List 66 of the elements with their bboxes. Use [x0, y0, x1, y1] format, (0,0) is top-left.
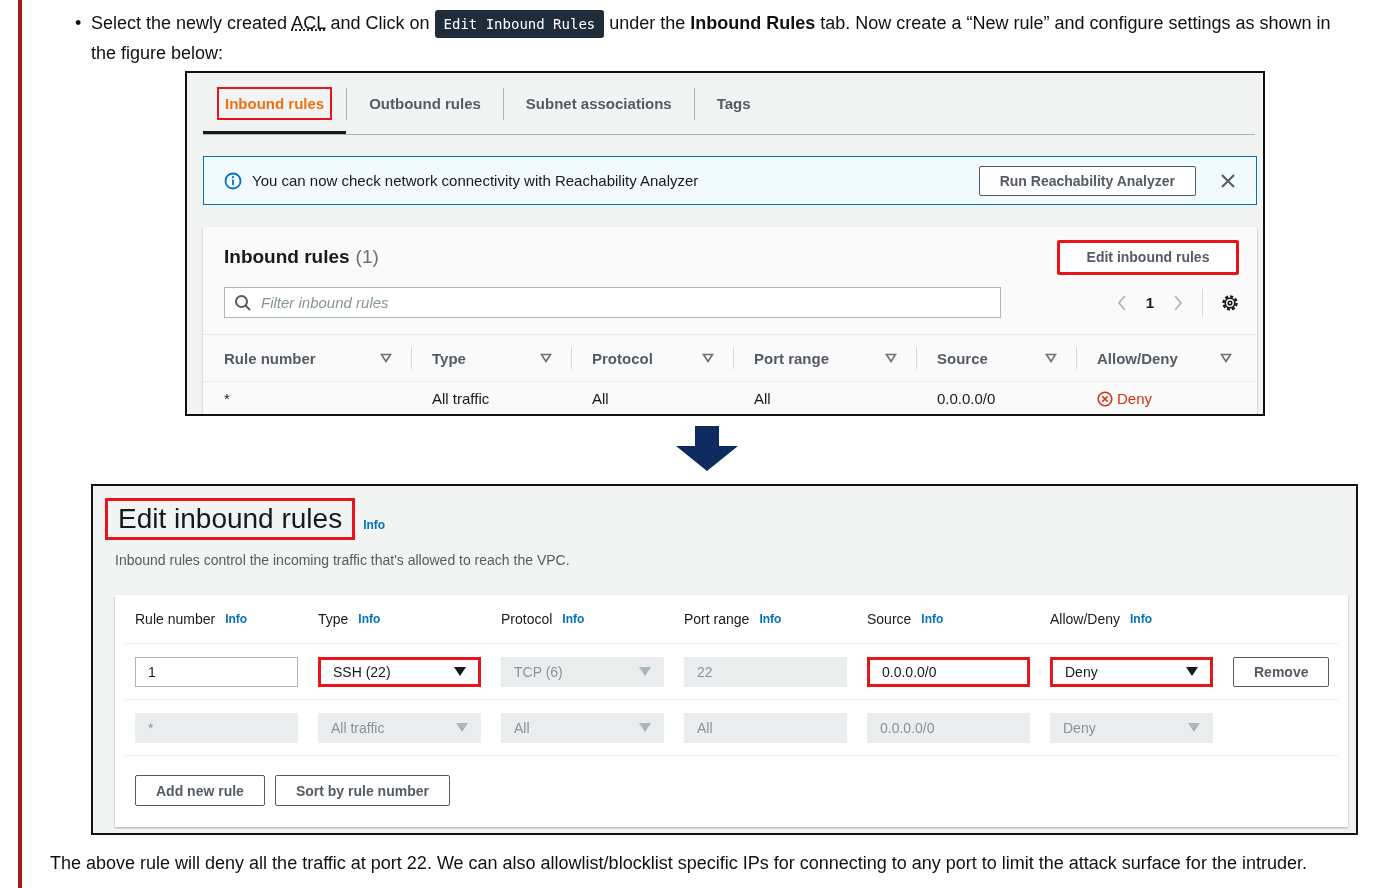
status-text: Deny [1117, 390, 1153, 407]
caret-icon [1188, 723, 1200, 732]
caret-icon [639, 723, 651, 732]
column-label: Allow/Deny [1050, 611, 1121, 627]
column-label: Rule number [135, 611, 216, 627]
rule-count: (1) [355, 246, 380, 268]
column-label: Type [318, 611, 349, 627]
page-number[interactable]: 1 [1145, 294, 1154, 311]
info-icon [224, 171, 242, 190]
sort-icon[interactable] [1220, 353, 1232, 363]
text-field[interactable]: 0.0.0.0/0 [867, 656, 1030, 687]
down-arrow [675, 426, 739, 472]
search-icon [234, 294, 252, 312]
run-analyzer-button[interactable]: Run Reachability Analyzer [978, 165, 1196, 196]
tab[interactable]: Tags [708, 87, 759, 120]
column-label: Source [867, 611, 912, 627]
info-link[interactable]: Info [759, 612, 782, 626]
bullet: • [75, 12, 83, 35]
table-cell: All [754, 390, 771, 407]
text-field[interactable]: 1 [135, 656, 298, 687]
column-header: Protocol [592, 349, 653, 367]
column-header: Allow/Deny [1097, 349, 1178, 367]
info-link[interactable]: Info [1130, 612, 1153, 626]
paragraph-text: The above rule will deny all the traffic at port 22. We can also allowlist/blocklist specific IPs for connecting to any port to limit the attack surface for the intruder. [50, 853, 1308, 874]
column-header: Rule number [224, 349, 316, 367]
info-link[interactable]: Info [363, 518, 386, 532]
caret-icon [639, 667, 651, 676]
close-icon[interactable] [1220, 172, 1236, 189]
tab[interactable]: Inbound rules [217, 87, 333, 120]
table-cell: 0.0.0.0/0 [937, 390, 996, 407]
panel-title: Inbound rules [224, 246, 350, 268]
table-cell: All traffic [432, 390, 490, 407]
dropdown[interactable]: Deny [1050, 656, 1213, 687]
column-header: Type [432, 349, 466, 367]
tab[interactable]: Subnet associations [517, 87, 680, 120]
caret-icon [1186, 667, 1198, 676]
sort-icon[interactable] [702, 353, 714, 363]
info-link[interactable]: Info [358, 612, 381, 626]
page-description: Inbound rules control the incoming traffic that's allowed to reach the VPC. [115, 552, 571, 568]
column-header: Port range [754, 349, 829, 367]
filter-field[interactable]: Filter inbound rules [224, 287, 1001, 318]
banner-text: You can now check network connectivity with Reachability Analyzer [252, 172, 700, 189]
sort-icon[interactable] [380, 353, 392, 363]
edit-rules-button[interactable]: Edit inbound rules [1057, 239, 1239, 275]
info-link[interactable]: Info [225, 612, 248, 626]
dropdown[interactable]: SSH (22) [318, 656, 481, 687]
info-link[interactable]: Info [562, 612, 585, 626]
sort-icon[interactable] [885, 353, 897, 363]
form-button[interactable]: Add new rule [135, 775, 265, 806]
instruction-text: Select the newly created ACL and Click on Edit Inbound Rules under the Inbound Rules tab. Now create a “New rule” and configure settings as shown in the figure below: [91, 9, 1360, 68]
caret-icon [456, 723, 468, 732]
sort-icon[interactable] [540, 353, 552, 363]
info-link[interactable]: Info [921, 612, 944, 626]
column-label: Protocol [501, 611, 553, 627]
form-button[interactable]: Sort by rule number [274, 775, 450, 806]
table-cell: All [592, 390, 609, 407]
settings-icon[interactable] [1221, 293, 1239, 312]
remove-button[interactable]: Remove [1233, 656, 1329, 687]
error-icon [1097, 390, 1113, 407]
column-header: Source [937, 349, 988, 367]
tab[interactable]: Outbound rules [361, 87, 489, 120]
page-title: Edit inbound rules [105, 498, 356, 540]
caret-icon [454, 667, 466, 676]
column-label: Port range [684, 611, 750, 627]
table-cell: * [224, 390, 230, 407]
sort-icon[interactable] [1045, 353, 1057, 363]
